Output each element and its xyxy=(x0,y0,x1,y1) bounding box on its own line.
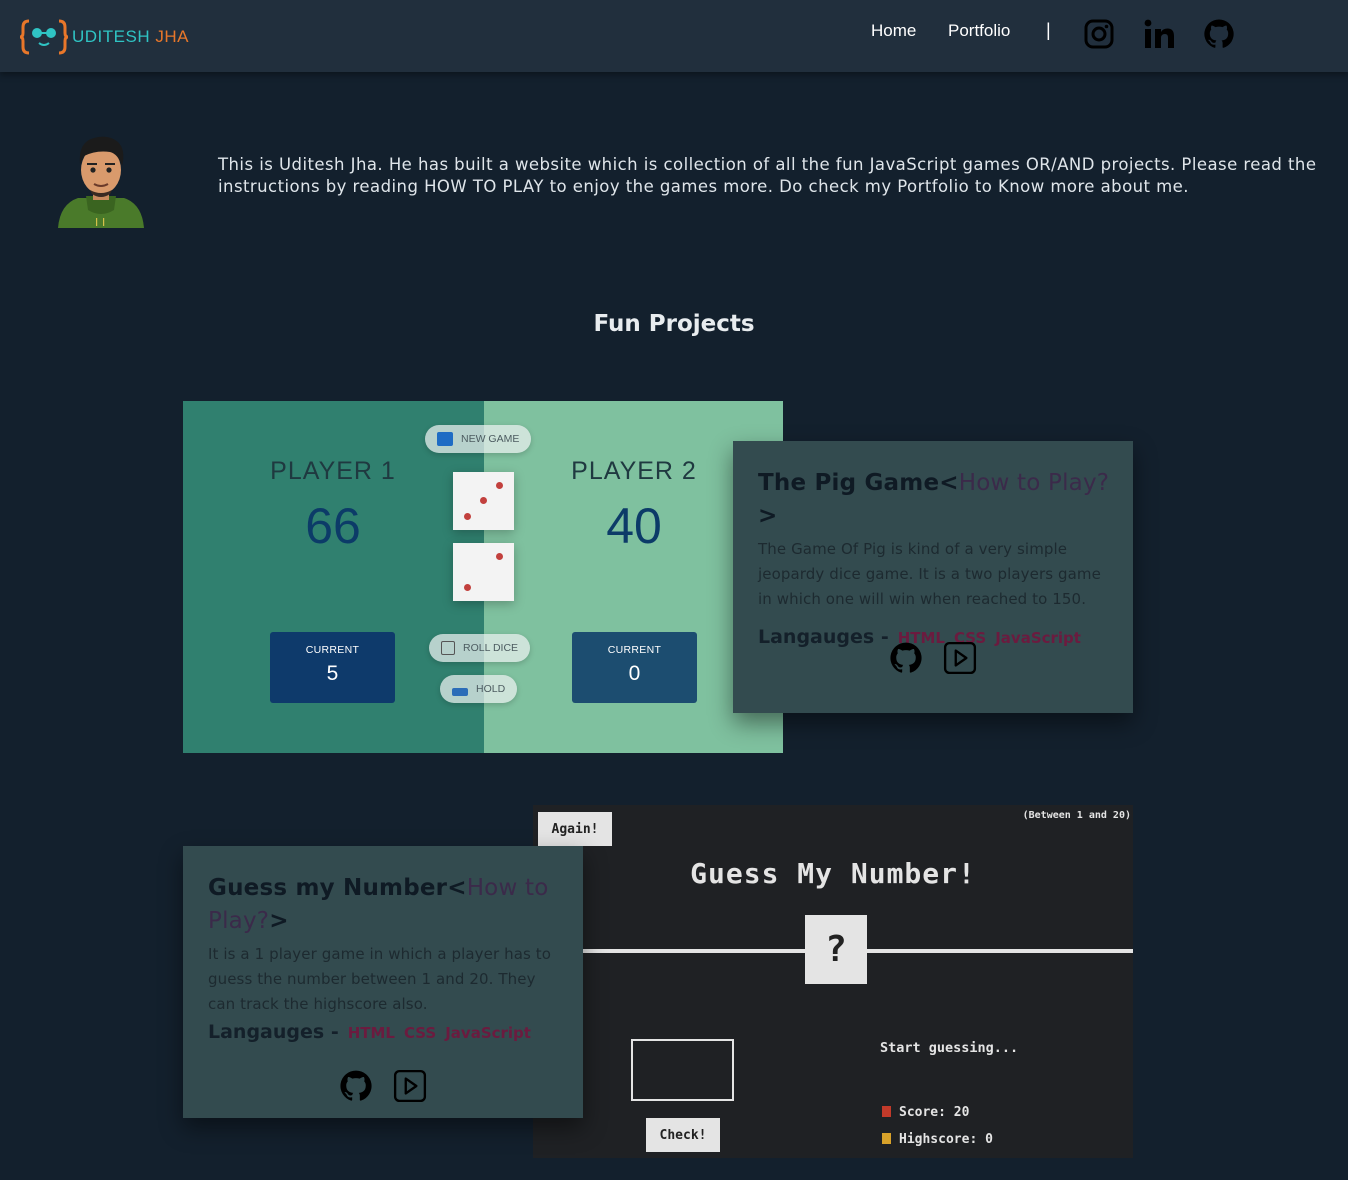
github-icon[interactable] xyxy=(889,641,923,675)
pig-card-links xyxy=(733,641,1133,675)
guess-card-title-text: Guess my Number xyxy=(208,875,448,901)
logo-face-icon xyxy=(20,19,68,55)
player-1-name: PLAYER 1 xyxy=(270,457,396,485)
site-logo[interactable]: UDITESH JHA xyxy=(20,18,189,56)
linkedin-icon[interactable] xyxy=(1143,18,1175,50)
play-icon[interactable] xyxy=(393,1069,427,1103)
nav-separator: | xyxy=(1046,20,1051,40)
intro-text: This is Uditesh Jha. He has built a webs… xyxy=(218,155,1317,196)
highscore-line: Highscore: 0 xyxy=(882,1132,993,1147)
score-line: Score: 20 xyxy=(882,1105,969,1120)
pig-how-to-play-link[interactable]: How to Play? xyxy=(959,470,1109,496)
hold-button[interactable]: HOLD xyxy=(440,675,518,703)
guess-card-title: Guess my Number<How to Play?> xyxy=(208,872,563,938)
lang-javascript: JavaScript xyxy=(445,1024,531,1042)
guess-card-gt: > xyxy=(269,908,289,934)
guess-title: Guess My Number! xyxy=(690,857,976,890)
player-2-current-box: CURRENT 0 xyxy=(572,632,697,703)
player-2-name: PLAYER 2 xyxy=(571,457,697,485)
nav-home-link[interactable]: Home xyxy=(871,21,916,41)
guess-languages-label: Langauges - xyxy=(208,1021,339,1043)
medal-icon xyxy=(882,1133,891,1144)
score-value: 20 xyxy=(953,1105,970,1120)
avatar xyxy=(58,136,144,228)
new-game-button[interactable]: NEW GAME xyxy=(425,425,532,453)
player-2-score: 40 xyxy=(606,498,662,554)
logo-last-name: JHA xyxy=(155,27,189,46)
play-icon[interactable] xyxy=(943,641,977,675)
github-icon[interactable] xyxy=(339,1069,373,1103)
navbar: UDITESH JHA Home Portfolio | xyxy=(0,0,1348,72)
pig-card-lt: < xyxy=(939,470,959,496)
highscore-label: Highscore: xyxy=(899,1132,986,1147)
guess-game-preview[interactable]: Again! (Between 1 and 20) Guess My Numbe… xyxy=(533,805,1133,1158)
guess-message: Start guessing... xyxy=(880,1040,1019,1056)
player-1-panel: PLAYER 1 66 CURRENT 5 xyxy=(183,401,484,753)
check-button[interactable]: Check! xyxy=(646,1118,720,1152)
roll-dice-button[interactable]: ROLL DICE xyxy=(429,634,531,662)
die-dot xyxy=(496,482,503,489)
player-2-current-label: CURRENT xyxy=(607,644,662,656)
score-label: Score: xyxy=(899,1105,954,1120)
guess-card-languages: Langauges - HTML CSS JavaScript xyxy=(208,1021,563,1043)
download-icon xyxy=(452,688,468,696)
roll-dice-label: ROLL DICE xyxy=(463,642,519,654)
pig-card-title-text: The Pig Game xyxy=(758,470,940,496)
player-1-score: 66 xyxy=(305,498,361,554)
guess-card-links xyxy=(183,1069,583,1103)
guess-input[interactable] xyxy=(631,1039,734,1101)
guess-card-lt: < xyxy=(447,875,467,901)
again-button[interactable]: Again! xyxy=(538,812,612,846)
die-dot xyxy=(496,553,503,560)
instagram-icon[interactable] xyxy=(1083,18,1115,50)
refresh-icon xyxy=(437,432,453,446)
lang-css: CSS xyxy=(403,1024,437,1042)
section-title: Fun Projects xyxy=(593,311,755,337)
logo-first-name: UDITESH xyxy=(72,27,151,46)
player-2-current-value: 0 xyxy=(628,662,641,685)
dice-icon xyxy=(441,641,455,655)
pig-game-preview[interactable]: PLAYER 1 66 CURRENT 5 PLAYER 2 40 CURREN… xyxy=(183,401,783,753)
player-1-current-label: CURRENT xyxy=(305,644,360,656)
pig-card-gt: > xyxy=(758,503,778,529)
pig-card-description: The Game Of Pig is kind of a very simple… xyxy=(758,540,1101,608)
pig-card-title: The Pig Game<How to Play? > xyxy=(758,467,1118,533)
dice-bottom xyxy=(453,543,514,601)
pig-game-card: The Pig Game<How to Play? > The Game Of P… xyxy=(733,441,1133,713)
secret-number: ? xyxy=(805,915,867,984)
hold-label: HOLD xyxy=(476,683,506,695)
logo-text: UDITESH JHA xyxy=(72,27,189,47)
guess-card-description: It is a 1 player game in which a player … xyxy=(208,945,552,1013)
highscore-value: 0 xyxy=(985,1132,993,1147)
die-dot xyxy=(464,584,471,591)
player-1-current-value: 5 xyxy=(326,662,339,685)
github-icon[interactable] xyxy=(1203,18,1235,50)
dice-top xyxy=(453,472,514,530)
guess-game-card: Guess my Number<How to Play?> It is a 1 … xyxy=(183,846,583,1118)
player-1-current-box: CURRENT 5 xyxy=(270,632,395,703)
range-label: (Between 1 and 20) xyxy=(1022,810,1131,821)
new-game-label: NEW GAME xyxy=(461,433,520,445)
die-dot xyxy=(480,497,487,504)
die-dot xyxy=(464,513,471,520)
lang-html: HTML xyxy=(347,1024,395,1042)
score-icon xyxy=(882,1106,891,1117)
nav-portfolio-link[interactable]: Portfolio xyxy=(948,21,1010,41)
